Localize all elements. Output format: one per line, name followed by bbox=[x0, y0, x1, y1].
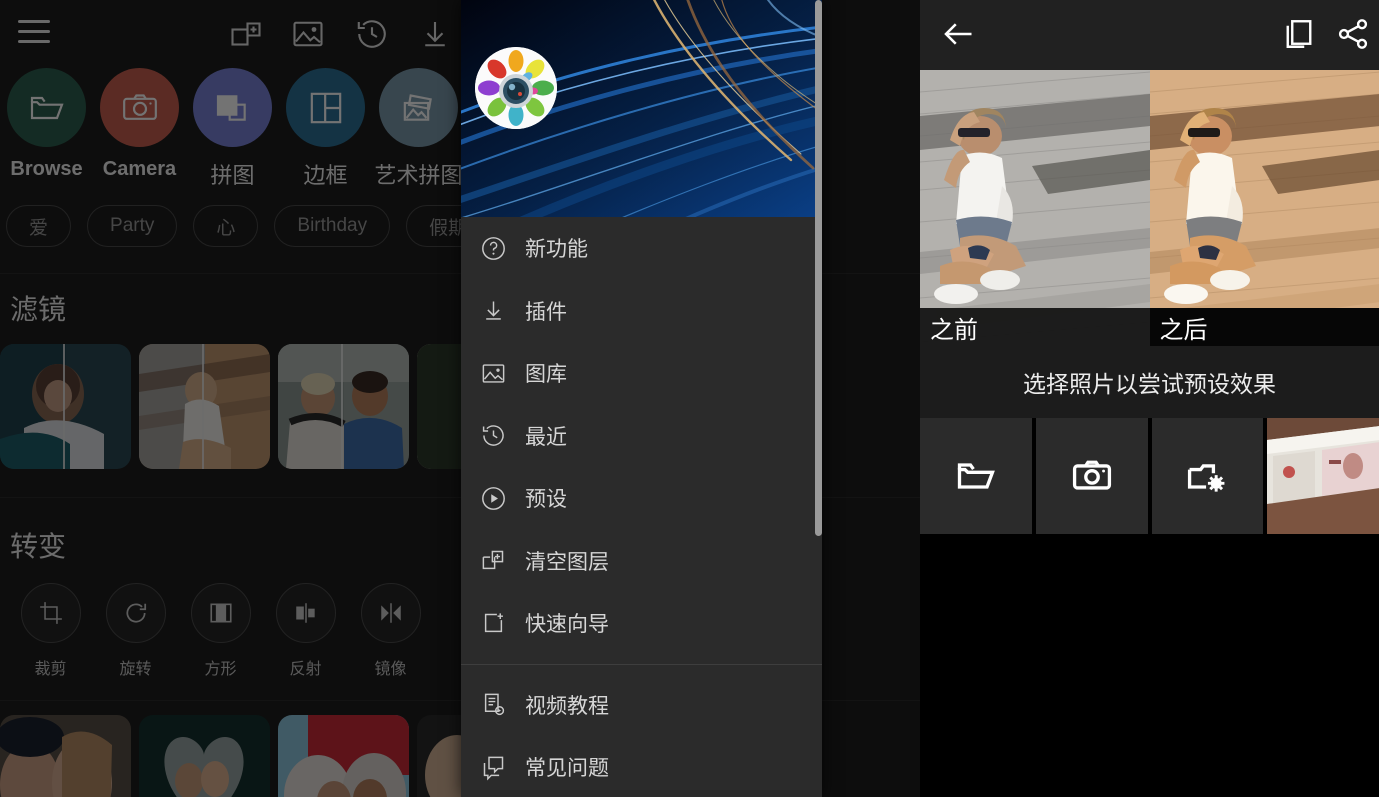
drawer-item-label: 清空图层 bbox=[525, 550, 609, 574]
before-after-comparison: 之前 之后 bbox=[920, 70, 1379, 346]
drawer-header bbox=[461, 0, 822, 217]
drawer-item-label: 常见问题 bbox=[525, 757, 609, 781]
preset-hint-text: 选择照片以尝试预设效果 bbox=[920, 346, 1379, 418]
drawer-item-video-tutorial[interactable]: 视频教程 bbox=[461, 674, 822, 737]
quick-guide-icon bbox=[461, 610, 525, 637]
drawer-item-faq[interactable]: 常见问题 bbox=[461, 736, 822, 797]
screen-root: Browse Camera 拼图 bbox=[0, 0, 1379, 797]
drawer-item-label: 新功能 bbox=[525, 238, 588, 262]
gallery-icon bbox=[461, 360, 525, 387]
copy-layers-icon[interactable] bbox=[1281, 16, 1317, 52]
before-label: 之前 bbox=[920, 308, 1150, 346]
camera-button[interactable] bbox=[1035, 418, 1148, 534]
history-clock-icon bbox=[461, 422, 525, 449]
drawer-item-label: 视频教程 bbox=[525, 694, 609, 718]
play-circle-icon bbox=[461, 485, 525, 512]
drawer-item-whats-new[interactable]: 新功能 bbox=[461, 217, 822, 280]
preset-empty-area bbox=[920, 534, 1379, 797]
clear-layers-icon bbox=[461, 547, 525, 574]
download-icon bbox=[461, 297, 525, 324]
camera-settings-button[interactable] bbox=[1151, 418, 1264, 534]
drawer-item-label: 预设 bbox=[525, 488, 567, 512]
drawer-menu-list: 新功能 插件 图库 最近 预设 清空图层 快速向导 视频教程 常见问题 bbox=[461, 217, 822, 797]
browse-folder-button[interactable] bbox=[920, 418, 1032, 534]
back-arrow-icon[interactable] bbox=[938, 16, 978, 52]
drawer-item-label: 插件 bbox=[525, 300, 567, 324]
help-circle-icon bbox=[461, 235, 525, 262]
photo-thumbnail bbox=[1267, 418, 1379, 534]
app-logo-flower-camera-icon bbox=[475, 47, 557, 129]
after-label: 之后 bbox=[1149, 308, 1379, 346]
drawer-item-clear-layers[interactable]: 清空图层 bbox=[461, 530, 822, 593]
before-image[interactable]: 之前 bbox=[920, 70, 1150, 346]
camera-settings-icon bbox=[1185, 454, 1229, 498]
preset-preview-panel: 之前 之后 选择照片以尝试预设效果 bbox=[920, 0, 1379, 797]
drawer-item-label: 最近 bbox=[525, 425, 567, 449]
drawer-item-presets[interactable]: 预设 bbox=[461, 467, 822, 530]
drawer-item-label: 快速向导 bbox=[525, 613, 609, 637]
camera-icon bbox=[1070, 454, 1114, 498]
folder-icon bbox=[954, 454, 998, 498]
recent-photo-button[interactable] bbox=[1267, 418, 1379, 534]
drawer-scrollbar[interactable] bbox=[815, 0, 822, 536]
drawer-item-plugins[interactable]: 插件 bbox=[461, 280, 822, 343]
preset-action-row bbox=[920, 418, 1379, 534]
drawer-item-gallery[interactable]: 图库 bbox=[461, 342, 822, 405]
after-image[interactable]: 之后 bbox=[1149, 70, 1379, 346]
navigation-drawer: 新功能 插件 图库 最近 预设 清空图层 快速向导 视频教程 常见问题 bbox=[461, 0, 822, 797]
drawer-item-recent[interactable]: 最近 bbox=[461, 405, 822, 468]
drawer-item-label: 图库 bbox=[525, 363, 567, 387]
faq-chat-icon bbox=[461, 754, 525, 781]
video-tutorial-icon bbox=[461, 691, 525, 718]
drawer-divider bbox=[461, 663, 822, 665]
preset-topbar bbox=[920, 0, 1379, 70]
share-icon[interactable] bbox=[1335, 16, 1371, 52]
drawer-item-quick-guide[interactable]: 快速向导 bbox=[461, 592, 822, 655]
